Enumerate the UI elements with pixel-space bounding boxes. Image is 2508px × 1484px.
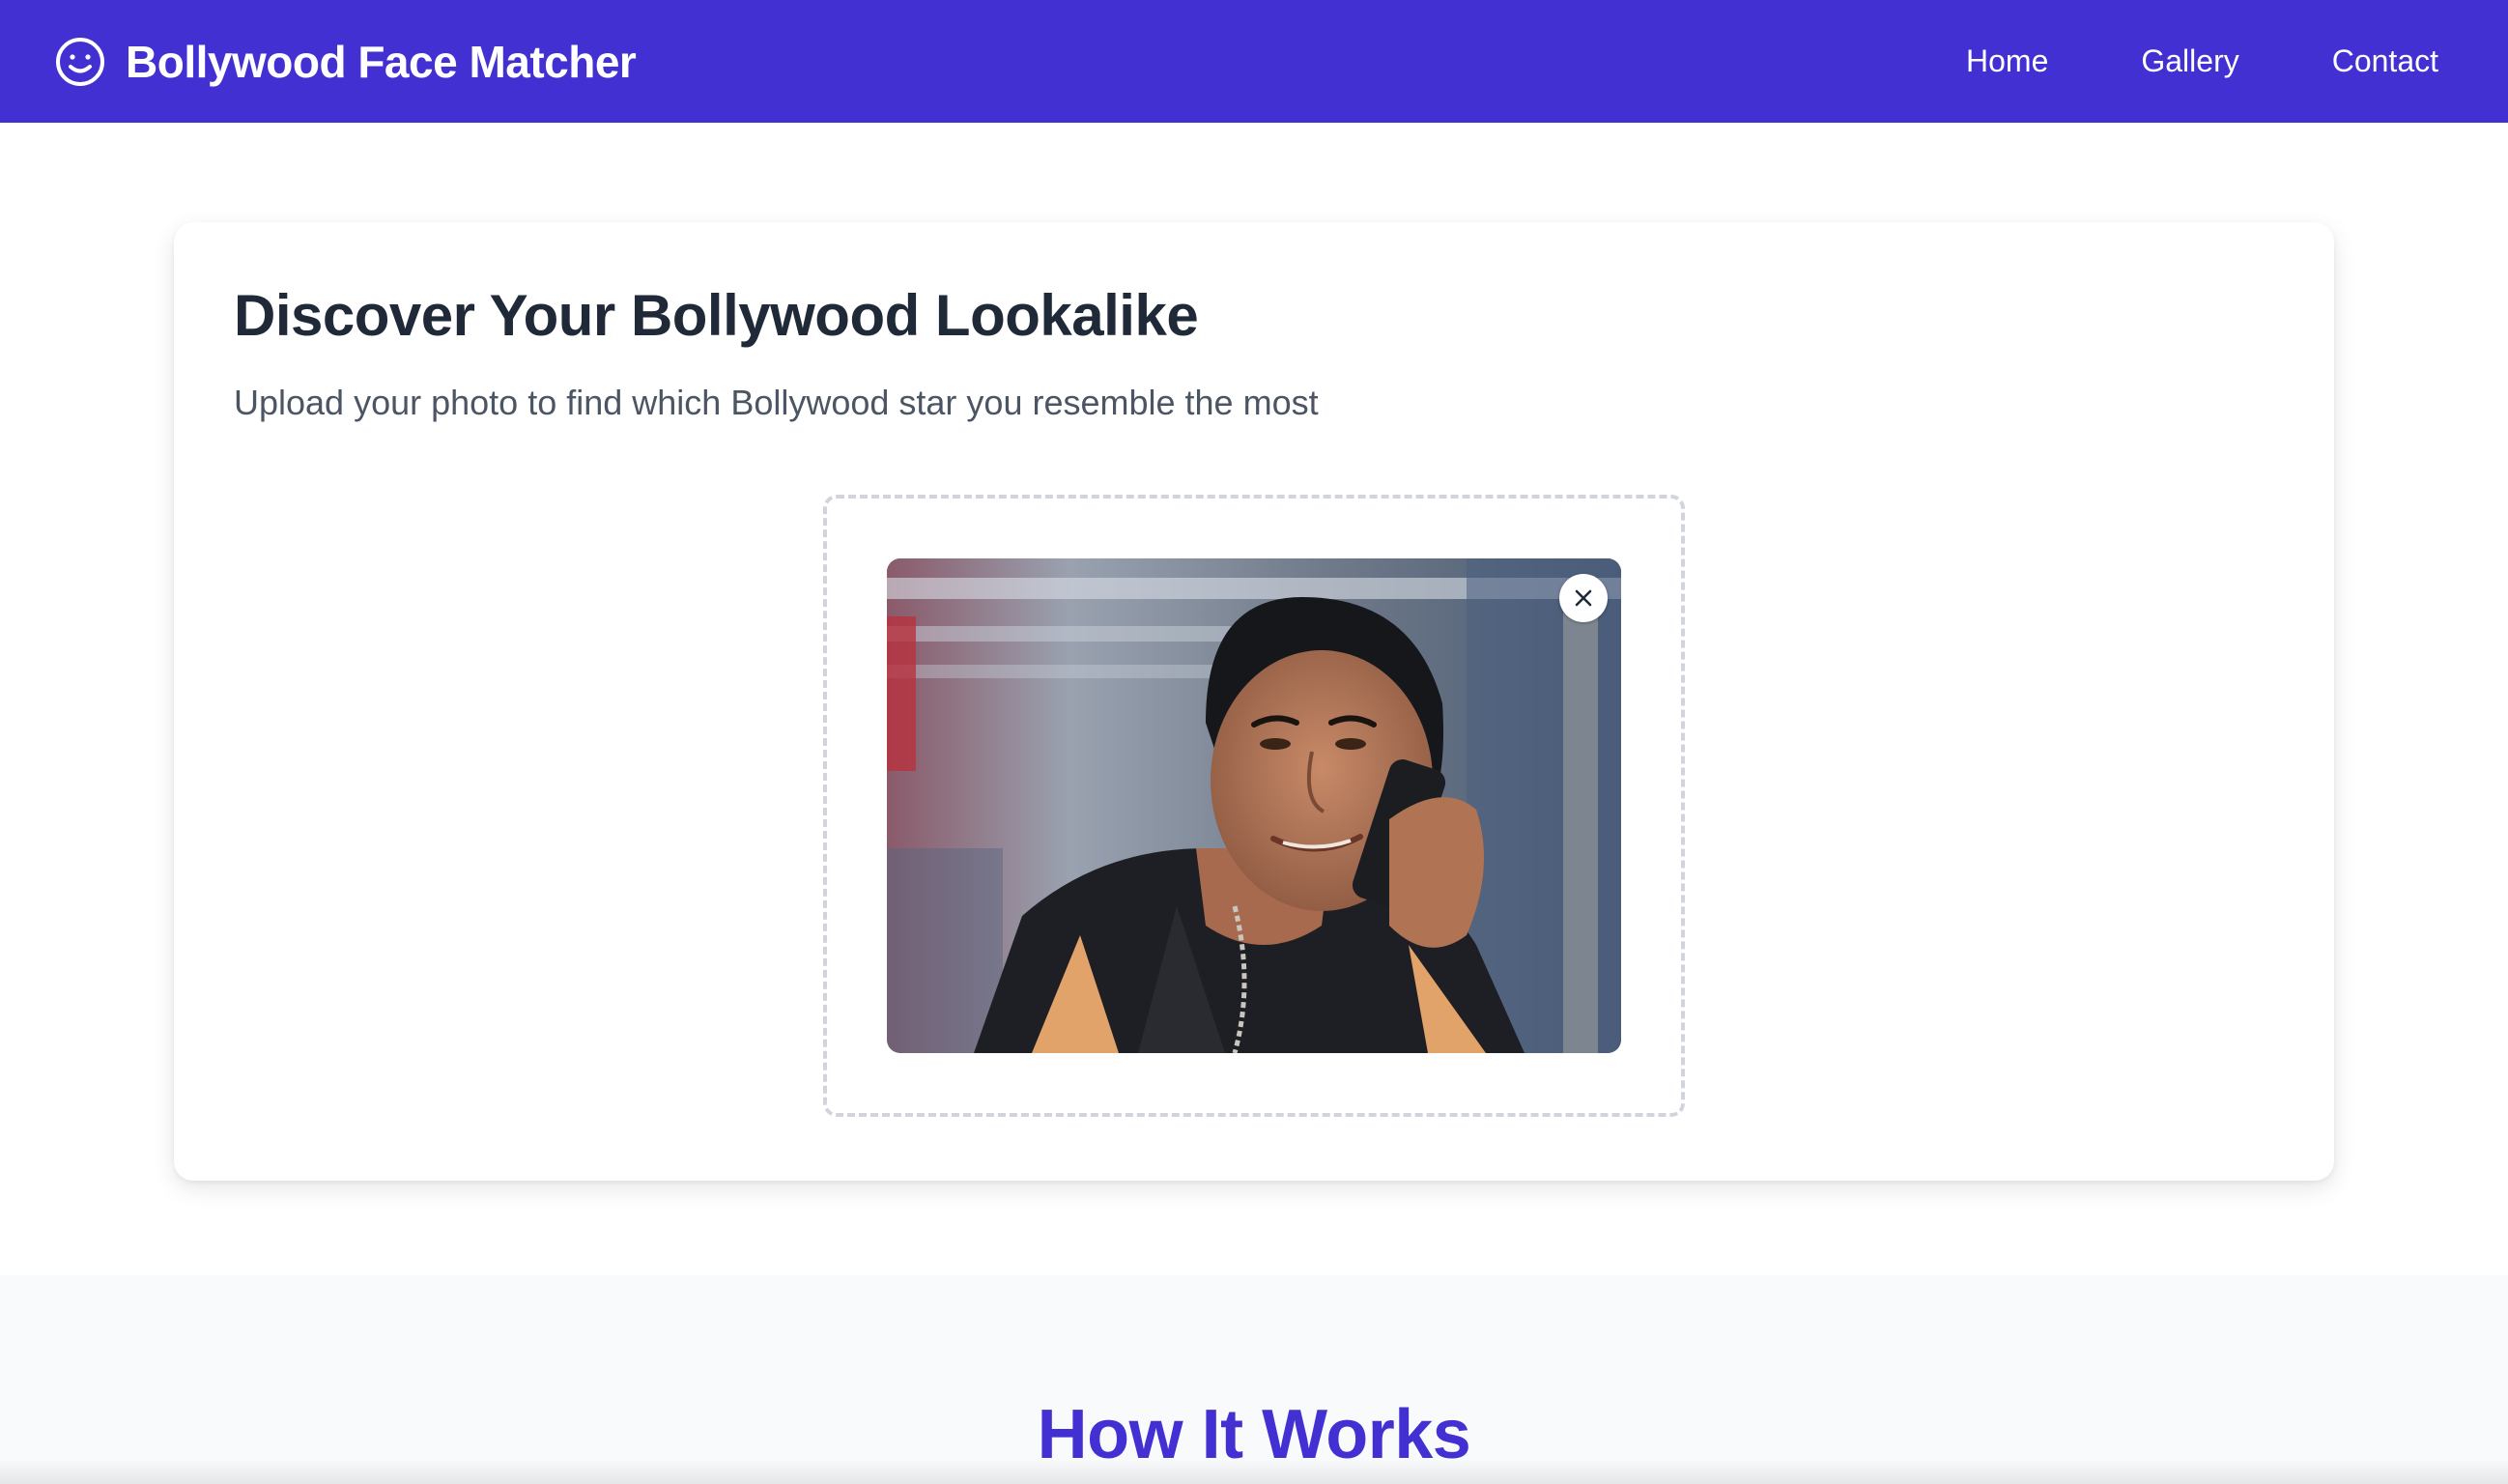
nav-links: Home Gallery Contact [1873,0,2438,123]
smiley-face-icon [54,36,106,88]
remove-photo-button[interactable] [1559,574,1608,622]
page-title: Discover Your Bollywood Lookalike [234,283,1199,348]
nav-link-home[interactable]: Home [1966,43,2048,79]
brand[interactable]: Bollywood Face Matcher [54,0,637,123]
page-subtitle: Upload your photo to find which Bollywoo… [234,383,1319,422]
brand-title: Bollywood Face Matcher [126,36,637,87]
photo-dropzone[interactable] [823,495,1685,1117]
nav-link-contact[interactable]: Contact [2332,43,2438,79]
upload-card: Discover Your Bollywood Lookalike Upload… [174,222,2334,1181]
how-it-works-section: How It Works [0,1275,2508,1484]
top-navbar: Bollywood Face Matcher Home Gallery Cont… [0,0,2508,123]
close-icon [1573,587,1594,609]
nav-link-gallery[interactable]: Gallery [2141,43,2238,79]
how-it-works-title: How It Works [1037,1396,1471,1473]
uploaded-photo-preview [887,558,1621,1053]
